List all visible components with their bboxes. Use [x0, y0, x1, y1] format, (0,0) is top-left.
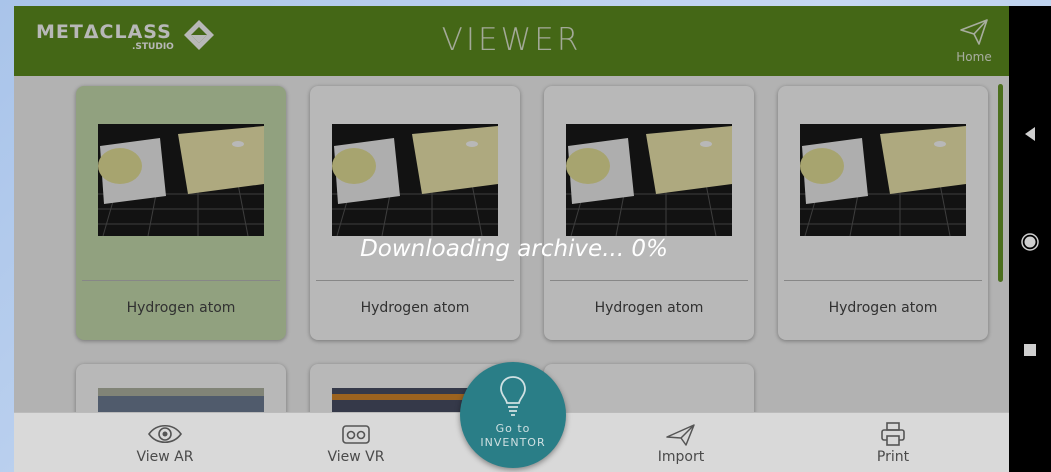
- import-label: Import: [657, 449, 705, 465]
- go-to-inventor-button[interactable]: Go to INVENTOR: [460, 362, 566, 468]
- print-button[interactable]: Print: [833, 421, 953, 465]
- fab-label-line2: INVENTOR: [480, 436, 546, 449]
- paper-plane-outline-icon: [666, 424, 695, 446]
- android-recents-button[interactable]: [1009, 342, 1051, 361]
- print-label: Print: [876, 449, 910, 465]
- circle-home-icon: [1021, 233, 1039, 251]
- eye-icon: [148, 424, 182, 444]
- android-nav-bar: [1009, 6, 1051, 472]
- vr-headset-icon: [342, 425, 370, 444]
- app-screen: METΔCLASS .STUDIO VIEWER Home Hydrogen a…: [14, 6, 1009, 472]
- download-progress-text: Downloading archive... 0%: [360, 236, 668, 262]
- lightbulb-icon: [500, 376, 526, 416]
- view-ar-button[interactable]: View AR: [105, 421, 225, 465]
- triangle-back-icon: [1025, 127, 1035, 141]
- printer-icon: [881, 422, 905, 446]
- fab-label: Go to INVENTOR: [460, 422, 566, 450]
- square-recents-icon: [1024, 344, 1036, 356]
- view-vr-button[interactable]: View VR: [296, 421, 416, 465]
- view-vr-label: View VR: [327, 449, 385, 465]
- import-button[interactable]: Import: [621, 421, 741, 465]
- fab-label-line1: Go to: [495, 422, 531, 435]
- device-frame: METΔCLASS .STUDIO VIEWER Home Hydrogen a…: [14, 6, 1051, 472]
- view-ar-label: View AR: [136, 449, 194, 465]
- android-back-button[interactable]: [1009, 126, 1051, 146]
- android-home-button[interactable]: [1009, 232, 1051, 256]
